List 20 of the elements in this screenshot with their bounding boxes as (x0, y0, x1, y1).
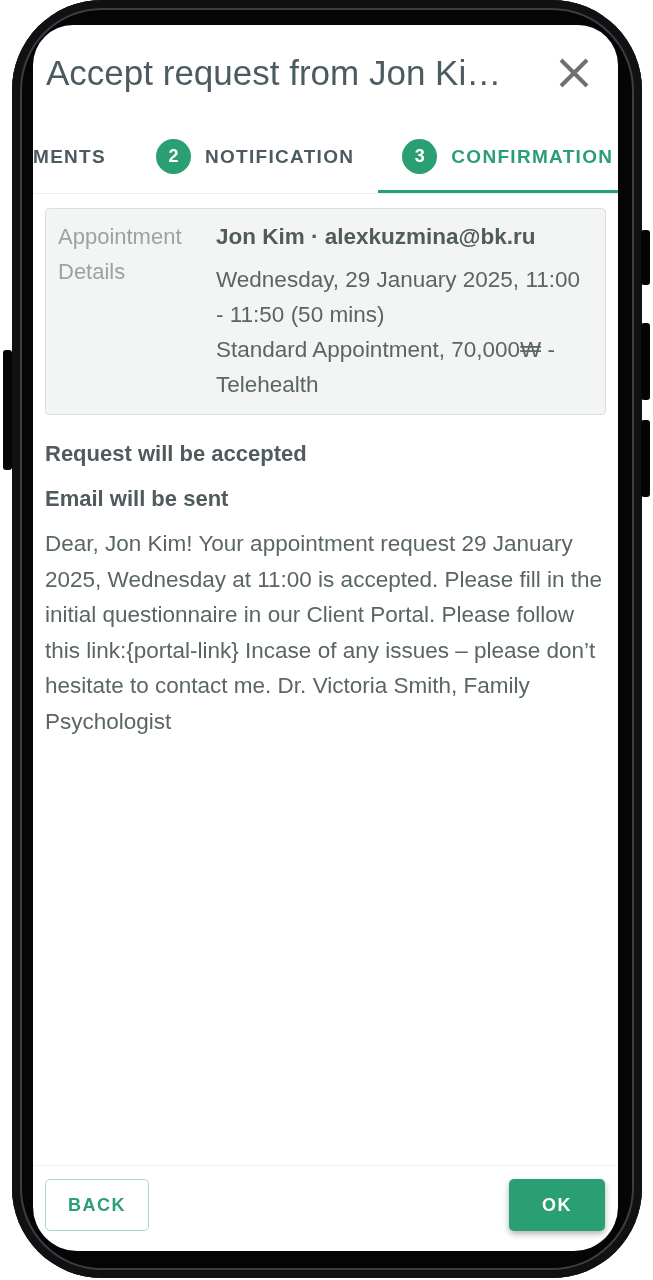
dialog-title: Accept request from Jon Ki… (46, 53, 502, 93)
tab-label: CONFIRMATION (451, 145, 614, 168)
email-message: Dear, Jon Kim! Your appointment request 29 January 2025, Wednesday at 11:00 is accepted. Please fill in the initial questionnaire in our Client Portal. Please follow this link:{portal-link} Incase of any issues – please don’t hesitate to contact me. Dr. Victoria Smith, Family Psychologist (45, 530, 604, 736)
back-button[interactable]: BACK (45, 1179, 149, 1231)
step-tab[interactable]: 2 NOTIFICATION (132, 123, 379, 193)
appointment-info: Wednesday, 29 January 2025, 11:00 - 11:50 (50 mins) (216, 266, 581, 329)
details-label: Appointment Details (58, 223, 183, 286)
step-tab[interactable]: 3 CONFIRMATION (378, 123, 618, 193)
step-tab[interactable]: MENTS (33, 123, 132, 193)
appointment-info: Standard Appointment, 70,000₩ - Telehealth (216, 336, 556, 399)
client-name: Jon Kim · alexkuzmina@bk.ru (216, 223, 537, 251)
confirm-button[interactable]: OK (509, 1179, 605, 1231)
outcome-heading: Request will be accepted (45, 441, 308, 467)
close-icon (558, 57, 590, 89)
outcome-heading: Email will be sent (45, 486, 230, 512)
tab-label: MENTS (33, 145, 106, 168)
tab-label: NOTIFICATION (205, 145, 355, 168)
step-number: 3 (402, 139, 438, 174)
close-button[interactable] (558, 57, 590, 89)
step-number: 2 (156, 139, 191, 174)
